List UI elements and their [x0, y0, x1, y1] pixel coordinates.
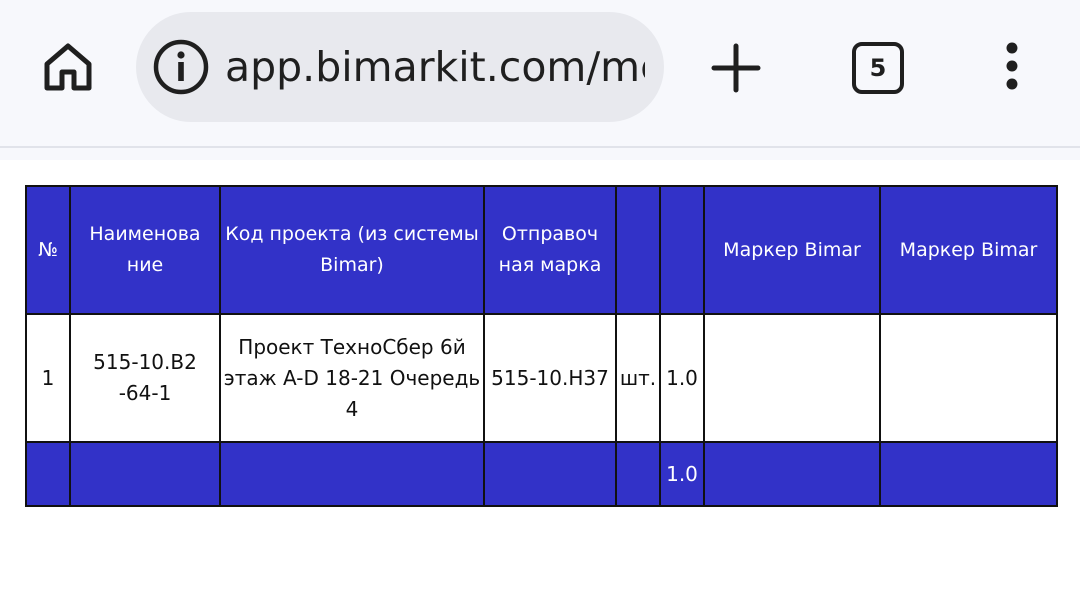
total-cell-empty: [879, 441, 1058, 507]
home-button[interactable]: [36, 34, 100, 98]
total-cell-empty: [25, 441, 71, 507]
cell-name: 515-10.В2 -64-1: [69, 313, 221, 443]
new-tab-button[interactable]: [706, 38, 766, 98]
plus-icon: [711, 43, 761, 93]
cell-qty: 1.0: [659, 313, 705, 443]
header-num: №: [25, 185, 71, 315]
more-vert-icon: [1006, 42, 1018, 90]
toolbar-shadow-strip: [0, 148, 1080, 160]
header-marker-1: Маркер Bimar: [703, 185, 881, 315]
more-menu-button[interactable]: [996, 36, 1028, 96]
url-text[interactable]: app.bimarkit.com/me: [225, 43, 645, 91]
header-name: Наименова ние: [69, 185, 221, 315]
total-cell-empty: [219, 441, 485, 507]
cell-unit: шт.: [615, 313, 661, 443]
tab-count: 5: [869, 54, 887, 82]
home-icon: [44, 43, 92, 91]
total-cell-empty: [69, 441, 221, 507]
cell-marker-1: [703, 313, 881, 443]
header-ship-mark: Отправоч ная марка: [483, 185, 617, 315]
cell-marker-2: [879, 313, 1058, 443]
header-project-code: Код проекта (из системы Bimar): [219, 185, 485, 315]
info-icon[interactable]: [151, 37, 211, 97]
total-cell-empty: [615, 441, 661, 507]
header-marker-2: Маркер Bimar: [879, 185, 1058, 315]
total-qty: 1.0: [659, 441, 705, 507]
marking-table: № Наименова ние Код проекта (из системы …: [25, 185, 1058, 507]
total-cell-empty: [483, 441, 617, 507]
table-header-row: № Наименова ние Код проекта (из системы …: [25, 185, 1058, 315]
address-bar[interactable]: app.bimarkit.com/me: [136, 12, 664, 122]
header-unit: [615, 185, 661, 315]
table-row: 1 515-10.В2 -64-1 Проект ТехноСбер 6й эт…: [25, 313, 1058, 443]
cell-project-code: Проект ТехноСбер 6й этаж A-D 18-21 Очере…: [219, 313, 485, 443]
header-qty: [659, 185, 705, 315]
cell-num: 1: [25, 313, 71, 443]
total-cell-empty: [703, 441, 881, 507]
cell-ship-mark: 515-10.Н37: [483, 313, 617, 443]
table-total-row: 1.0: [25, 441, 1058, 507]
tab-switcher-button[interactable]: 5: [852, 42, 904, 94]
browser-toolbar: app.bimarkit.com/me 5: [0, 0, 1080, 148]
